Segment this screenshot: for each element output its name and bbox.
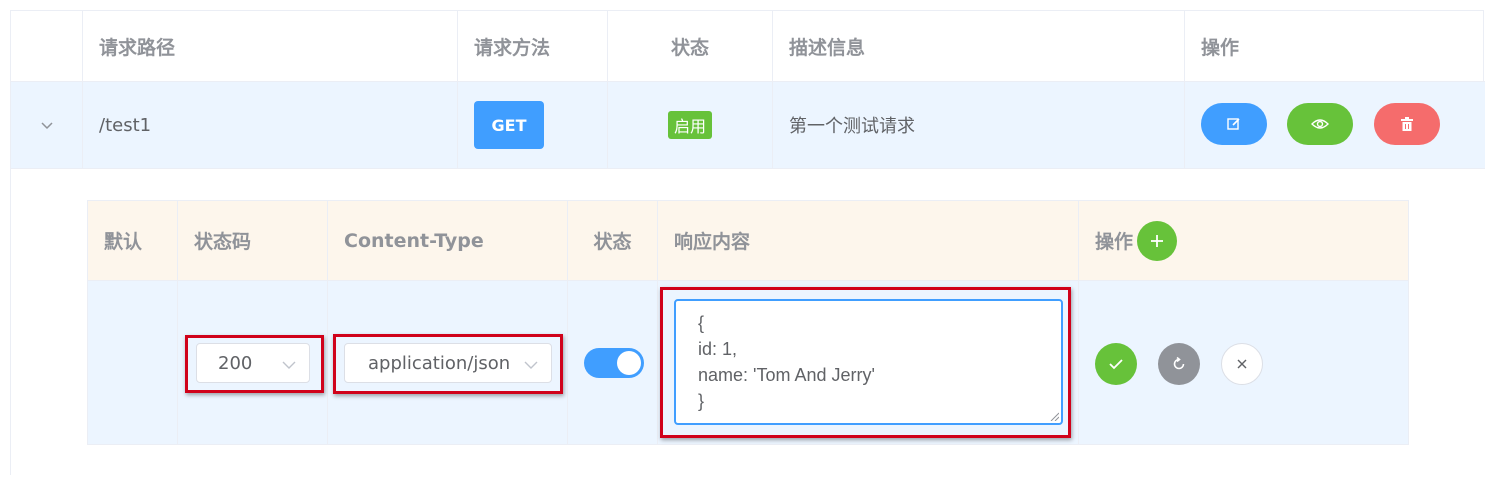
- table-header: 请求路径 请求方法 状态 描述信息 操作: [11, 11, 1485, 82]
- chevron-down-icon: [523, 356, 539, 377]
- close-icon: [1237, 359, 1247, 369]
- plus-icon: [1151, 234, 1164, 247]
- response-row: 200 application/json { id: 1, name: 'Tom…: [88, 281, 1408, 444]
- header-status: 状态: [608, 11, 773, 81]
- response-line: name: 'Tom And Jerry': [698, 365, 875, 385]
- header-response-body: 响应内容: [658, 201, 1079, 280]
- header-response-actions-label: 操作: [1095, 231, 1134, 253]
- status-code-select[interactable]: 200: [196, 343, 310, 383]
- toggle-knob: [617, 351, 641, 375]
- response-line: {: [698, 313, 705, 333]
- refresh-icon: [1173, 356, 1185, 370]
- table-row: /test1 GET 启用 第一个测试请求: [11, 82, 1485, 169]
- edit-button[interactable]: [1201, 103, 1267, 145]
- response-table-header: 默认 状态码 Content-Type 状态 响应内容 操作: [88, 201, 1408, 281]
- header-status-code: 状态码: [178, 201, 328, 280]
- confirm-button[interactable]: [1095, 343, 1137, 385]
- resize-handle-icon[interactable]: [1049, 411, 1059, 421]
- header-response-actions: 操作: [1079, 201, 1408, 280]
- reset-button[interactable]: [1158, 343, 1200, 385]
- delete-button[interactable]: [1374, 103, 1440, 145]
- response-line: }: [698, 391, 705, 411]
- view-button[interactable]: [1287, 103, 1353, 145]
- eye-icon: [1311, 119, 1329, 129]
- response-body-textarea[interactable]: { id: 1, name: 'Tom And Jerry' }: [674, 299, 1063, 425]
- chevron-down-icon: [281, 356, 297, 377]
- cancel-button[interactable]: [1221, 343, 1263, 385]
- content-type-value: application/json: [368, 352, 511, 374]
- status-code-value: 200: [218, 352, 253, 374]
- header-actions: 操作: [1201, 36, 1240, 59]
- chevron-down-icon[interactable]: [39, 117, 55, 133]
- expand-toggle[interactable]: [11, 82, 83, 168]
- row-actions: [1185, 82, 1485, 168]
- expanded-row: 默认 状态码 Content-Type 状态 响应内容 操作 200 appli…: [11, 169, 1485, 476]
- response-table: 默认 状态码 Content-Type 状态 响应内容 操作 200 appli…: [87, 200, 1409, 445]
- trash-icon: [1401, 117, 1413, 131]
- method-badge[interactable]: GET: [474, 101, 544, 149]
- request-path: /test1: [83, 82, 458, 168]
- header-expand: [11, 11, 83, 81]
- request-description: 第一个测试请求: [773, 82, 1185, 168]
- header-content-type: Content-Type: [328, 201, 568, 280]
- header-method: 请求方法: [458, 11, 608, 81]
- header-default: 默认: [88, 201, 178, 280]
- header-response-status: 状态: [568, 201, 658, 280]
- enable-toggle[interactable]: [584, 348, 644, 378]
- status-badge: 启用: [667, 111, 712, 139]
- add-response-button[interactable]: [1137, 220, 1178, 261]
- edit-icon: [1227, 118, 1240, 130]
- header-path: 请求路径: [83, 11, 458, 81]
- content-type-select[interactable]: application/json: [344, 343, 552, 383]
- check-icon: [1109, 359, 1123, 370]
- request-table: 请求路径 请求方法 状态 描述信息 操作 /test1 GET 启用 第一个测试…: [10, 10, 1485, 476]
- response-line: id: 1,: [698, 339, 738, 359]
- header-description: 描述信息: [773, 11, 1185, 81]
